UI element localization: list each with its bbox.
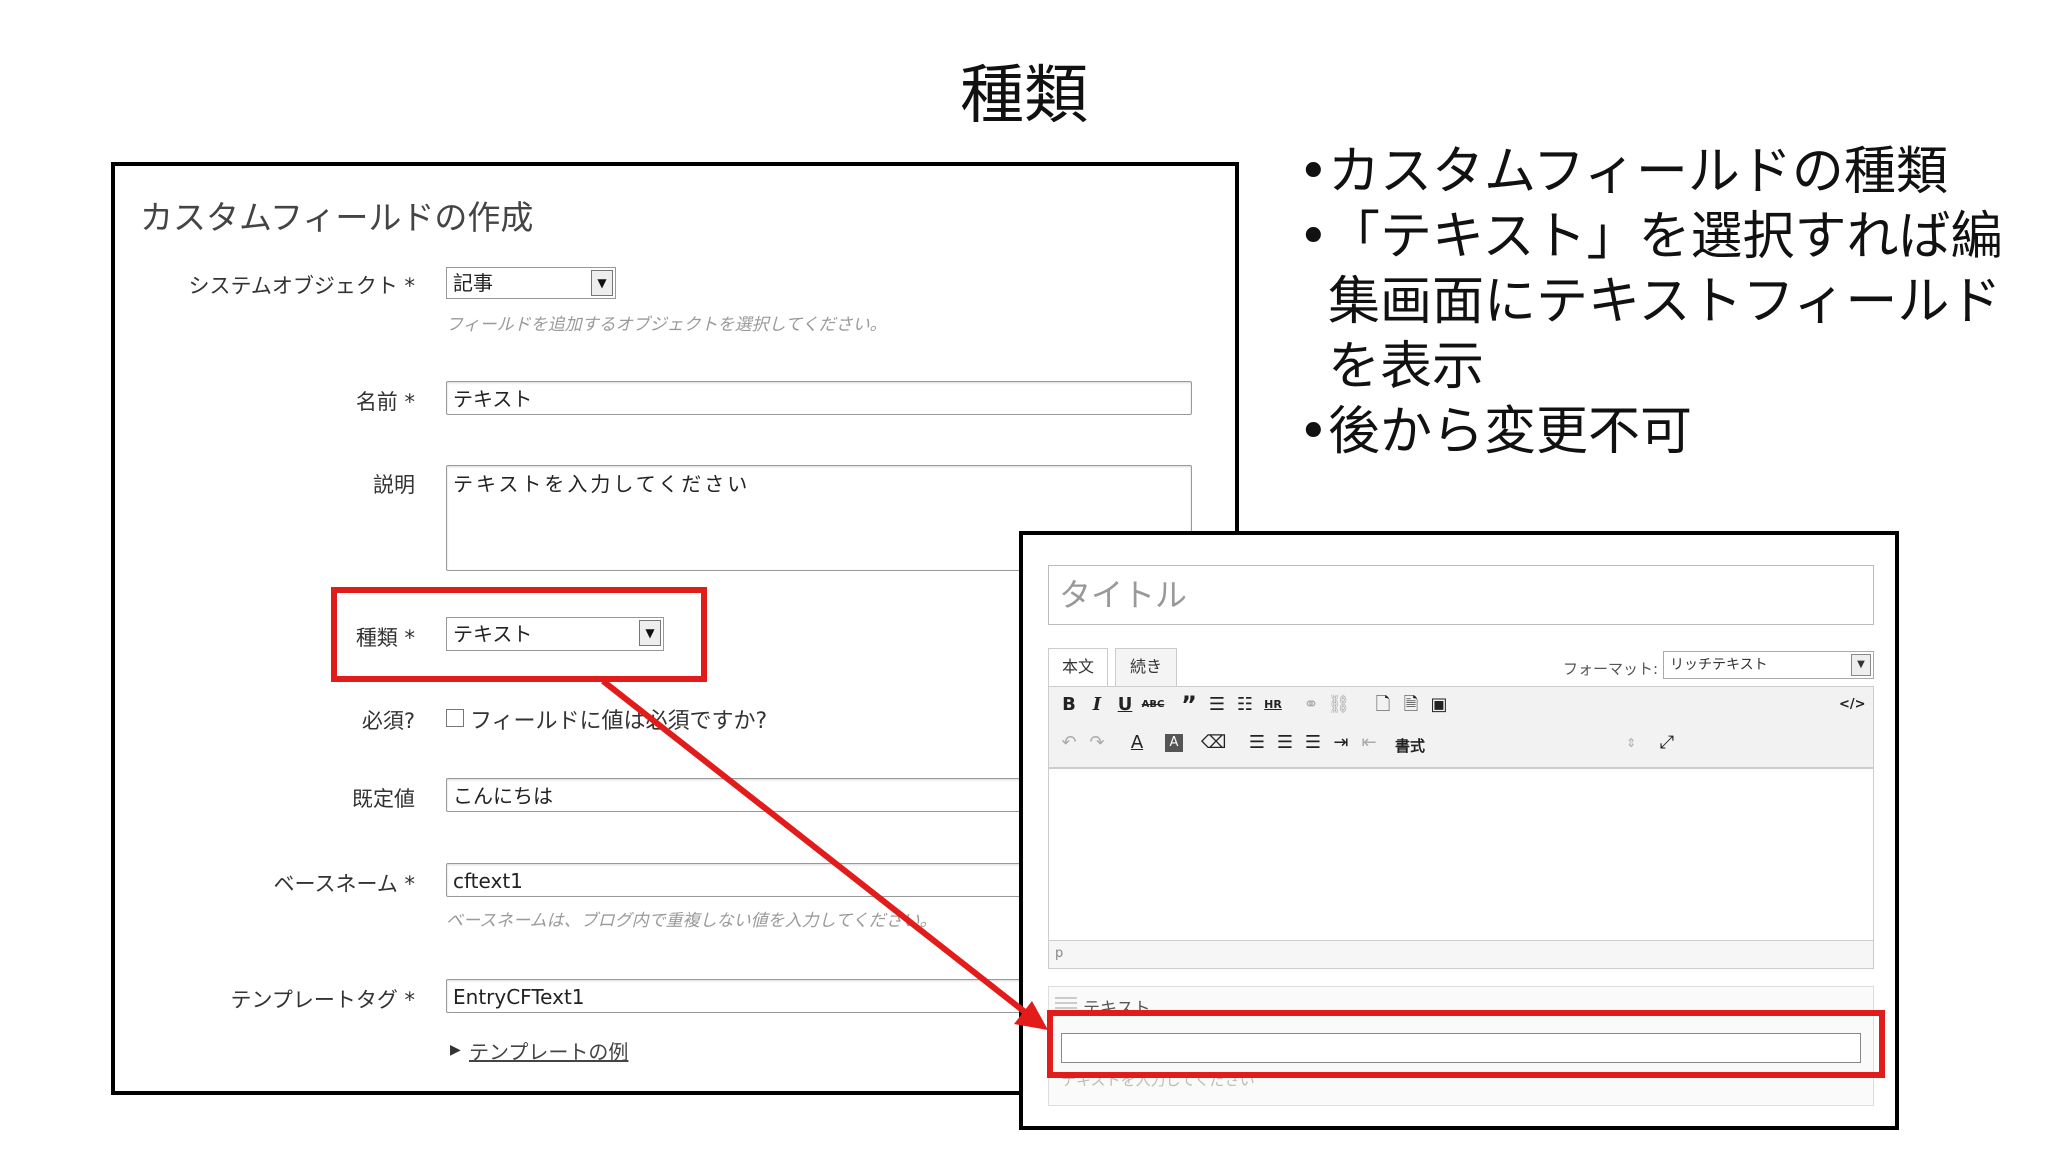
insert-image-icon[interactable]: ▣ (1427, 693, 1451, 717)
bullet-item: 後から変更不可 (1298, 400, 2018, 465)
description-label: 説明 (373, 473, 415, 497)
system-object-value: 記事 (453, 271, 493, 295)
outdent-icon[interactable]: ⇤ (1357, 731, 1381, 755)
redo-icon[interactable]: ↷ (1085, 731, 1109, 755)
editor-status-path: p (1048, 941, 1874, 969)
template-tag-label: テンプレートタグ * (230, 988, 415, 1012)
blockquote-icon[interactable]: ” (1177, 693, 1201, 717)
basename-label: ベースネーム * (273, 872, 416, 896)
rich-text-toolbar: B I U ABC ” ☰ ☷ HR ⚭ ⛓ 🗋 🗎 ▣ </> ↶ ↷ A A… (1048, 686, 1874, 768)
numbered-list-icon[interactable]: ☷ (1233, 693, 1257, 717)
strikethrough-icon[interactable]: ABC (1141, 693, 1165, 717)
italic-icon[interactable]: I (1085, 693, 1109, 717)
align-center-icon[interactable]: ☰ (1273, 731, 1297, 755)
text-color-icon[interactable]: A (1125, 731, 1149, 755)
required-label: 必須? (361, 709, 415, 733)
required-checkbox-label: フィールドに値は必須ですか? (470, 709, 768, 734)
system-object-label: システムオブジェクト * (188, 274, 415, 298)
chevron-down-icon: ▼ (1851, 654, 1871, 676)
name-label: 名前 * (355, 390, 415, 414)
bullet-item: カスタムフィールドの種類 (1298, 140, 2018, 205)
name-input[interactable]: テキスト (446, 381, 1192, 415)
bullet-list-icon[interactable]: ☰ (1205, 693, 1229, 717)
updown-icon: ⇕ (1625, 736, 1637, 750)
fullscreen-icon[interactable]: ⤢ (1655, 731, 1679, 755)
hr-icon[interactable]: HR (1261, 693, 1285, 717)
format-select[interactable]: リッチテキスト ▼ (1663, 651, 1874, 679)
basename-hint: ベースネームは、ブログ内で重複しない値を入力してください。 (446, 911, 937, 931)
indent-icon[interactable]: ⇥ (1329, 731, 1353, 755)
chevron-down-icon: ▼ (591, 270, 613, 296)
align-left-icon[interactable]: ☰ (1245, 731, 1269, 755)
format-label: フォーマット: (1563, 660, 1659, 678)
entry-title-input[interactable]: タイトル (1048, 565, 1874, 625)
panel-heading: カスタムフィールドの作成 (140, 198, 534, 237)
insert-file-icon[interactable]: 🗋 (1371, 693, 1395, 717)
background-color-icon[interactable]: A (1165, 734, 1183, 752)
eraser-icon[interactable]: ⌫ (1201, 731, 1226, 755)
text-field-highlight-box (1047, 1010, 1885, 1078)
tab-body[interactable]: 本文 (1048, 648, 1108, 686)
drag-handle-icon[interactable] (1055, 997, 1077, 999)
bullet-list: カスタムフィールドの種類 「テキスト」を選択すれば編集画面にテキストフィールドを… (1298, 140, 2018, 465)
bold-icon[interactable]: B (1057, 693, 1081, 717)
rich-text-editor-area[interactable] (1048, 768, 1874, 941)
caret-right-icon: ▶ (450, 1042, 461, 1058)
unlink-icon[interactable]: ⛓ (1327, 693, 1351, 717)
format-block-select[interactable]: 書式 (1395, 735, 1425, 756)
link-icon[interactable]: ⚭ (1299, 693, 1323, 717)
default-label: 既定値 (352, 787, 415, 811)
required-checkbox[interactable] (446, 709, 464, 727)
slide-title: 種類 (960, 59, 1088, 133)
system-object-hint: フィールドを追加するオブジェクトを選択してください。 (446, 315, 887, 335)
type-highlight-box (331, 587, 707, 682)
source-code-icon[interactable]: </> (1839, 693, 1866, 717)
format-value: リッチテキスト (1670, 657, 1768, 673)
undo-icon[interactable]: ↶ (1057, 731, 1081, 755)
bullet-item: 「テキスト」を選択すれば編集画面にテキストフィールドを表示 (1298, 205, 2018, 400)
align-right-icon[interactable]: ☰ (1301, 731, 1325, 755)
template-example-link[interactable]: テンプレートの例 (469, 1036, 628, 1065)
system-object-select[interactable]: 記事 ▼ (446, 267, 616, 299)
insert-asset-icon[interactable]: 🗎 (1399, 693, 1423, 717)
underline-icon[interactable]: U (1113, 693, 1137, 717)
tab-more[interactable]: 続き (1115, 648, 1177, 686)
